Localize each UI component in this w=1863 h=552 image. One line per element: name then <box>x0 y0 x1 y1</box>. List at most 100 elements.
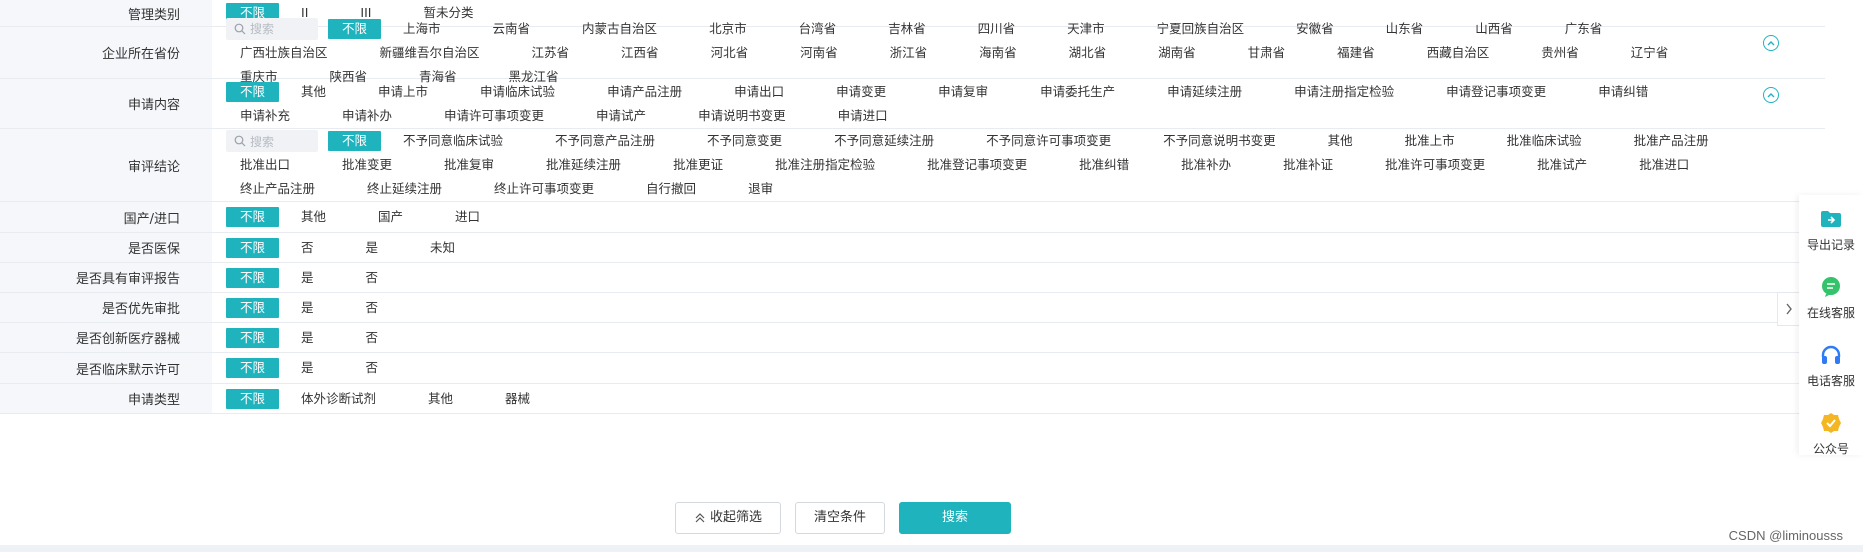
filter-option[interactable]: 终止产品注册 <box>226 179 329 199</box>
clear-conditions-button[interactable]: 清空条件 <box>794 502 885 534</box>
option-unlimited-selected[interactable]: 不限 <box>226 81 280 102</box>
option-unlimited-selected[interactable]: 不限 <box>226 358 280 378</box>
filter-option[interactable]: 批准变更 <box>328 155 406 175</box>
filter-option[interactable]: 北京市 <box>695 19 761 39</box>
filter-option[interactable]: 申请复审 <box>924 82 1002 102</box>
option-unlimited-selected[interactable]: 不限 <box>226 207 280 227</box>
filter-option[interactable]: 是 <box>287 298 328 318</box>
filter-option[interactable]: 申请进口 <box>824 106 902 126</box>
filter-option[interactable]: 否 <box>352 268 393 288</box>
filter-option[interactable]: 内蒙古自治区 <box>568 19 671 39</box>
option-unlimited-selected[interactable]: 不限 <box>226 267 280 288</box>
filter-option[interactable]: 申请临床试验 <box>466 82 569 102</box>
option-unlimited-selected[interactable]: 不限 <box>328 18 382 39</box>
filter-option[interactable]: 不予同意说明书变更 <box>1149 131 1290 151</box>
filter-option[interactable]: 退审 <box>734 179 787 199</box>
filter-option[interactable]: 云南省 <box>479 19 545 39</box>
filter-option[interactable]: 申请变更 <box>822 82 900 102</box>
online-service-item[interactable]: 在线客服 <box>1799 263 1863 331</box>
filter-option[interactable]: 批准产品注册 <box>1620 131 1723 151</box>
filter-option[interactable]: 辽宁省 <box>1617 43 1683 63</box>
filter-option[interactable]: 申请上市 <box>364 82 442 102</box>
filter-option[interactable]: 国产 <box>364 207 417 227</box>
filter-option[interactable]: 批准进口 <box>1625 155 1703 175</box>
option-search-input[interactable]: 搜索 <box>226 130 318 152</box>
filter-option[interactable]: 四川省 <box>964 19 1030 39</box>
filter-option[interactable]: 河南省 <box>786 43 852 63</box>
filter-option[interactable]: 不予同意变更 <box>693 131 796 151</box>
phone-service-item[interactable]: 电话客服 <box>1799 331 1863 399</box>
filter-option[interactable]: 贵州省 <box>1527 43 1593 63</box>
filter-option[interactable]: 批准延续注册 <box>532 155 635 175</box>
filter-option[interactable]: 器械 <box>491 389 544 409</box>
filter-option[interactable]: 台湾省 <box>785 19 851 39</box>
filter-option[interactable]: 河北省 <box>697 43 763 63</box>
filter-option[interactable]: 否 <box>352 328 393 348</box>
filter-option[interactable]: 未知 <box>416 238 469 258</box>
filter-option[interactable]: 批准复审 <box>430 155 508 175</box>
filter-option[interactable]: 申请产品注册 <box>593 82 696 102</box>
filter-option[interactable]: 安徽省 <box>1282 19 1348 39</box>
filter-option[interactable]: 吉林省 <box>874 19 940 39</box>
filter-option[interactable]: 海南省 <box>965 43 1031 63</box>
filter-option[interactable]: 终止延续注册 <box>353 179 456 199</box>
filter-option[interactable]: 批准登记事项变更 <box>913 155 1041 175</box>
filter-option[interactable]: 进口 <box>441 207 494 227</box>
filter-option[interactable]: 宁夏回族自治区 <box>1143 19 1259 39</box>
filter-option[interactable]: 是 <box>287 268 328 288</box>
filter-option[interactable]: 天津市 <box>1053 19 1119 39</box>
collapse-up-icon[interactable] <box>1763 87 1779 103</box>
filter-option[interactable]: 批准注册指定检验 <box>761 155 889 175</box>
filter-option[interactable]: 终止许可事项变更 <box>480 179 608 199</box>
option-unlimited-selected[interactable]: 不限 <box>226 237 280 258</box>
filter-option[interactable]: 其他 <box>287 207 340 227</box>
filter-option[interactable]: 湖北省 <box>1055 43 1121 63</box>
filter-option[interactable]: 申请登记事项变更 <box>1432 82 1560 102</box>
filter-option[interactable]: 是 <box>352 238 393 258</box>
filter-option[interactable]: 其他 <box>414 389 467 409</box>
filter-option[interactable]: 批准补证 <box>1269 155 1347 175</box>
filter-option[interactable]: 不予同意许可事项变更 <box>972 131 1125 151</box>
filter-option[interactable]: 广西壮族自治区 <box>226 43 342 63</box>
option-unlimited-selected[interactable]: 不限 <box>226 297 280 318</box>
filter-option[interactable]: 自行撤回 <box>632 179 710 199</box>
filter-option[interactable]: 是 <box>287 328 328 348</box>
filter-option[interactable]: 不予同意产品注册 <box>541 131 669 151</box>
filter-option[interactable]: 批准上市 <box>1391 131 1469 151</box>
filter-option[interactable]: 上海市 <box>389 19 455 39</box>
filter-option[interactable]: 湖南省 <box>1144 43 1210 63</box>
filter-option[interactable]: 申请补充 <box>226 106 304 126</box>
filter-option[interactable]: 申请出口 <box>720 82 798 102</box>
option-unlimited-selected[interactable]: 不限 <box>226 327 280 348</box>
filter-option[interactable]: 体外诊断试剂 <box>287 389 390 409</box>
option-search-input[interactable]: 搜索 <box>226 17 318 40</box>
filter-option[interactable]: 批准许可事项变更 <box>1371 155 1499 175</box>
filter-option[interactable]: 否 <box>287 238 328 258</box>
filter-option[interactable]: 批准临床试验 <box>1493 131 1596 151</box>
filter-option[interactable]: 申请许可事项变更 <box>430 106 558 126</box>
filter-option[interactable]: 浙江省 <box>876 43 942 63</box>
filter-option[interactable]: 申请注册指定检验 <box>1280 82 1408 102</box>
filter-option[interactable]: 申请委托生产 <box>1026 82 1129 102</box>
export-records-item[interactable]: 导出记录 <box>1799 195 1863 263</box>
filter-option[interactable]: 江西省 <box>607 43 673 63</box>
filter-option[interactable]: 批准补办 <box>1167 155 1245 175</box>
filter-option[interactable]: 否 <box>352 358 393 378</box>
filter-option[interactable]: 申请试产 <box>582 106 660 126</box>
filter-option[interactable]: 批准更证 <box>659 155 737 175</box>
search-button[interactable]: 搜索 <box>899 502 1012 534</box>
filter-option[interactable]: 其他 <box>287 82 340 102</box>
filter-option[interactable]: 申请补办 <box>328 106 406 126</box>
filter-option[interactable]: 不予同意临床试验 <box>389 131 517 151</box>
filter-option[interactable]: 西藏自治区 <box>1413 43 1504 63</box>
filter-option[interactable]: 甘肃省 <box>1234 43 1300 63</box>
filter-option[interactable]: 山东省 <box>1372 19 1438 39</box>
filter-option[interactable]: 不予同意延续注册 <box>820 131 948 151</box>
filter-option[interactable]: 批准出口 <box>226 155 304 175</box>
filter-option[interactable]: 是 <box>287 358 328 378</box>
filter-option[interactable]: 申请纠错 <box>1584 82 1662 102</box>
filter-option[interactable]: 批准纠错 <box>1065 155 1143 175</box>
official-account-item[interactable]: 公众号 <box>1799 399 1863 467</box>
filter-option[interactable]: 申请延续注册 <box>1153 82 1256 102</box>
filter-option[interactable]: 新疆维吾尔自治区 <box>366 43 494 63</box>
